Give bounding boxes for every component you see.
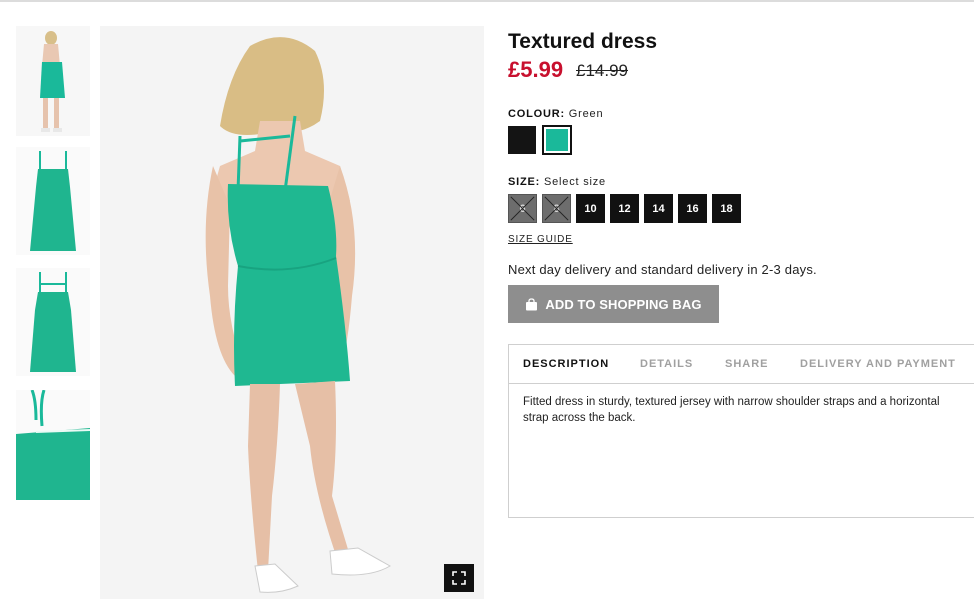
sale-price: £5.99 — [508, 57, 564, 82]
tab-share[interactable]: SHARE — [725, 358, 769, 370]
add-to-bag-label: ADD TO SHOPPING BAG — [545, 296, 702, 312]
size-option-18[interactable]: 18 — [712, 194, 741, 223]
top-divider — [0, 0, 974, 2]
size-option-8[interactable]: 8 — [542, 194, 571, 223]
size-guide-link[interactable]: SIZE GUIDE — [508, 234, 573, 245]
thumbnail-back-model[interactable] — [16, 26, 90, 136]
colour-selector-label: COLOUR: Green — [508, 108, 603, 120]
size-selector-label: SIZE: Select size — [508, 176, 606, 188]
thumbnail-image — [16, 390, 90, 500]
product-title: Textured dress — [508, 30, 657, 53]
expand-icon — [452, 571, 466, 585]
main-product-image[interactable] — [100, 26, 484, 599]
size-option-12[interactable]: 12 — [610, 194, 639, 223]
size-option-6[interactable]: 6 — [508, 194, 537, 223]
colour-swatch-green[interactable] — [542, 125, 572, 155]
colour-label: COLOUR: — [508, 108, 565, 120]
tab-details[interactable]: DETAILS — [640, 358, 693, 370]
fullscreen-button[interactable] — [444, 564, 474, 592]
delivery-info: Next day delivery and standard delivery … — [508, 262, 817, 277]
colour-swatch-black[interactable] — [508, 126, 536, 154]
original-price: £14.99 — [576, 61, 628, 80]
thumbnail-dress-back[interactable] — [16, 268, 90, 376]
tab-description[interactable]: DESCRIPTION — [523, 358, 609, 370]
add-to-bag-button[interactable]: ADD TO SHOPPING BAG — [508, 285, 719, 323]
description-text: Fitted dress in sturdy, textured jersey … — [523, 396, 940, 424]
thumbnail-image — [16, 26, 90, 136]
selected-colour: Green — [568, 108, 604, 120]
tab-bar: DESCRIPTION DETAILS SHARE DELIVERY AND P… — [509, 345, 974, 384]
thumbnail-image — [16, 147, 90, 255]
shopping-bag-icon — [526, 297, 538, 310]
size-label: SIZE: — [508, 176, 541, 188]
model-back-view-image — [100, 26, 484, 599]
thumbnail-strap-detail[interactable] — [16, 390, 90, 500]
size-prompt: Select size — [543, 176, 606, 188]
tab-delivery-and-payment[interactable]: DELIVERY AND PAYMENT — [800, 358, 956, 370]
swatch-fill — [546, 129, 568, 151]
product-info-panel: DESCRIPTION DETAILS SHARE DELIVERY AND P… — [508, 344, 974, 518]
size-option-14[interactable]: 14 — [644, 194, 673, 223]
size-option-16[interactable]: 16 — [678, 194, 707, 223]
size-options: 6 8 10 12 14 16 18 — [508, 194, 741, 223]
size-option-10[interactable]: 10 — [576, 194, 605, 223]
thumbnail-image — [16, 268, 90, 376]
thumbnail-dress-front[interactable] — [16, 147, 90, 255]
